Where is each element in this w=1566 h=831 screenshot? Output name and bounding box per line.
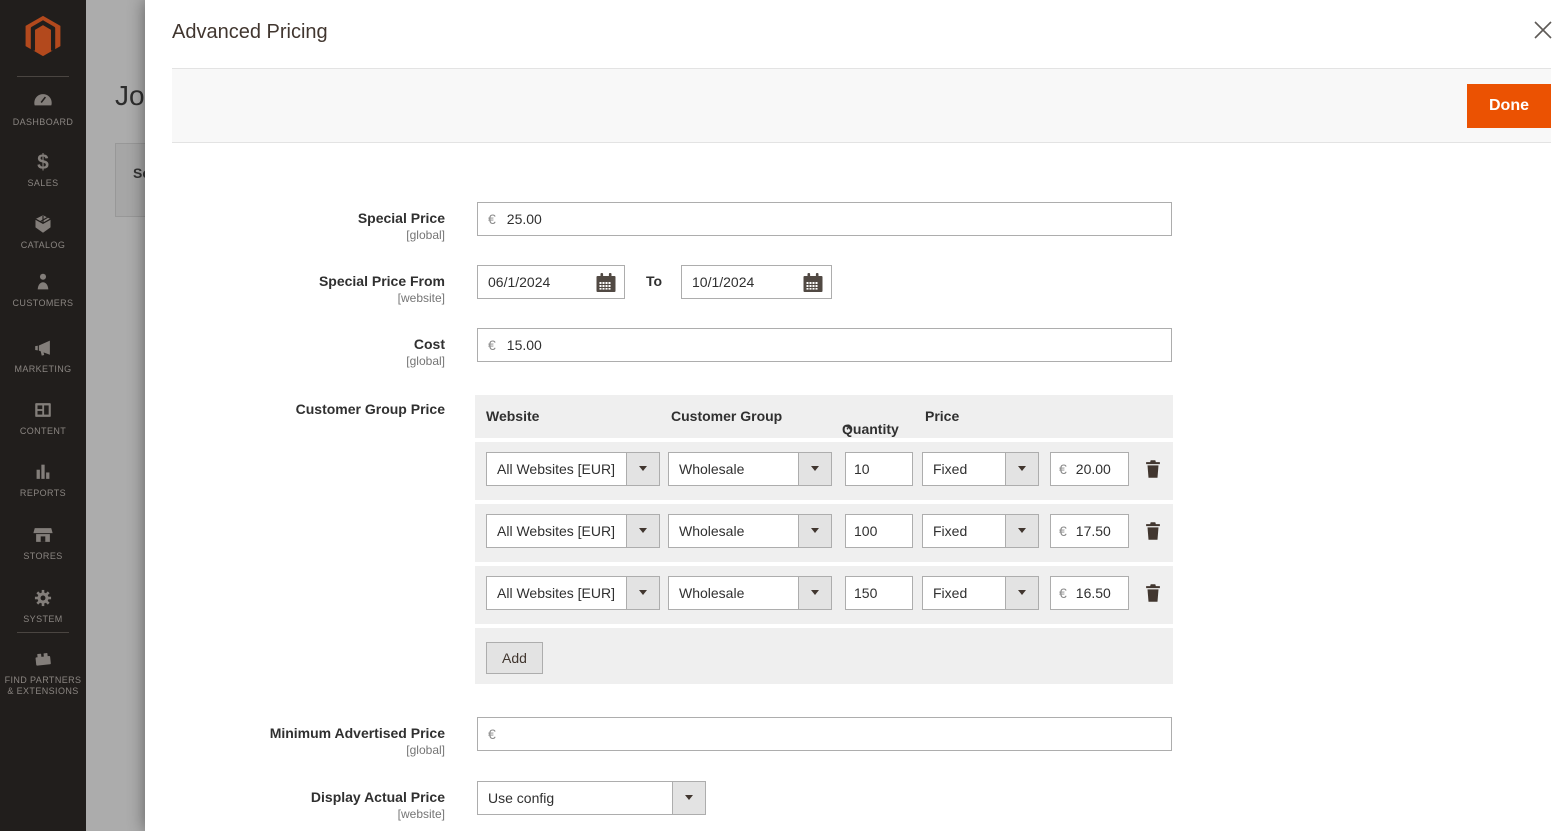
- table-header: Website Customer Group Quantity* Price: [475, 395, 1173, 438]
- display-actual-price-label: Display Actual Price [website]: [145, 789, 445, 822]
- website-select[interactable]: All Websites [EUR]: [486, 576, 660, 610]
- group-price-input[interactable]: €17.50: [1050, 514, 1129, 548]
- sidebar-item-content[interactable]: CONTENT: [0, 399, 86, 437]
- sidebar-item-marketing[interactable]: MARKETING: [0, 337, 86, 375]
- quantity-input[interactable]: 10: [845, 452, 913, 486]
- magento-logo-icon[interactable]: [21, 12, 65, 60]
- delete-row-icon[interactable]: [1141, 457, 1165, 483]
- customer-group-price-table: Website Customer Group Quantity* Price A…: [475, 395, 1173, 684]
- system-gear-icon: [0, 587, 86, 611]
- customers-icon: [0, 271, 86, 295]
- special-price-label: Special Price [global]: [145, 210, 445, 243]
- scope-note: [global]: [145, 743, 445, 758]
- chevron-down-icon: [1005, 453, 1038, 485]
- special-price-from-label: Special Price From [website]: [145, 273, 445, 306]
- content-icon: [0, 399, 86, 423]
- delete-row-icon[interactable]: [1141, 519, 1165, 545]
- sidebar-divider: [17, 632, 69, 633]
- calendar-icon[interactable]: [594, 271, 618, 295]
- add-group-price-button[interactable]: Add: [486, 642, 543, 674]
- to-label: To: [646, 273, 662, 289]
- background-scope-box: Sc: [115, 143, 145, 217]
- cost-label: Cost [global]: [145, 336, 445, 369]
- scope-note: [global]: [145, 354, 445, 369]
- price-type-select[interactable]: Fixed: [922, 576, 1039, 610]
- cost-input[interactable]: €15.00: [477, 328, 1172, 362]
- group-price-input[interactable]: €20.00: [1050, 452, 1129, 486]
- chevron-down-icon: [626, 453, 659, 485]
- minimum-advertised-price-label: Minimum Advertised Price [global]: [145, 725, 445, 758]
- calendar-icon[interactable]: [801, 271, 825, 295]
- modal-toolbar: Done: [172, 68, 1551, 143]
- customer-group-select[interactable]: Wholesale: [668, 452, 832, 486]
- scope-note: [website]: [145, 807, 445, 822]
- chevron-down-icon: [1005, 515, 1038, 547]
- sidebar-item-stores[interactable]: STORES: [0, 524, 86, 562]
- chevron-down-icon: [626, 515, 659, 547]
- background-page-title: Jou: [115, 80, 145, 112]
- website-select[interactable]: All Websites [EUR]: [486, 514, 660, 548]
- sidebar-item-customers[interactable]: CUSTOMERS: [0, 271, 86, 309]
- modal-title: Advanced Pricing: [172, 21, 328, 44]
- display-actual-price-select[interactable]: Use config: [477, 781, 706, 815]
- stores-icon: [0, 524, 86, 548]
- done-button[interactable]: Done: [1467, 84, 1551, 128]
- website-select[interactable]: All Websites [EUR]: [486, 452, 660, 486]
- currency-symbol: €: [488, 337, 496, 353]
- reports-icon: [0, 461, 86, 485]
- chevron-down-icon: [626, 577, 659, 609]
- special-price-input[interactable]: €25.00: [477, 202, 1172, 236]
- sidebar-item-dashboard[interactable]: DASHBOARD: [0, 90, 86, 128]
- sidebar-item-find-partners[interactable]: FIND PARTNERS & EXTENSIONS: [0, 648, 86, 697]
- currency-symbol: €: [488, 211, 496, 227]
- customer-group-select[interactable]: Wholesale: [668, 576, 832, 610]
- chevron-down-icon: [798, 577, 831, 609]
- quantity-input[interactable]: 150: [845, 576, 913, 610]
- col-header-website: Website: [486, 408, 539, 424]
- required-asterisk: *: [846, 421, 851, 437]
- special-price-to-input[interactable]: 10/1/2024: [681, 265, 832, 299]
- extensions-brick-icon: [0, 648, 86, 672]
- add-row-area: Add: [475, 624, 1173, 684]
- customer-group-select[interactable]: Wholesale: [668, 514, 832, 548]
- marketing-icon: [0, 337, 86, 361]
- col-header-customer-group: Customer Group: [671, 408, 782, 424]
- chevron-down-icon: [798, 453, 831, 485]
- chevron-down-icon: [1005, 577, 1038, 609]
- background-scope-label: Sc: [133, 165, 145, 181]
- sidebar-item-catalog[interactable]: CATALOG: [0, 213, 86, 251]
- chevron-down-icon: [672, 782, 705, 814]
- group-price-row: All Websites [EUR] Wholesale 150 Fixed €…: [475, 562, 1173, 624]
- chevron-down-icon: [798, 515, 831, 547]
- sidebar-item-reports[interactable]: REPORTS: [0, 461, 86, 499]
- quantity-input[interactable]: 100: [845, 514, 913, 548]
- sidebar-divider: [17, 76, 69, 77]
- scope-note: [global]: [145, 228, 445, 243]
- minimum-advertised-price-input[interactable]: €: [477, 717, 1172, 751]
- sidebar-item-system[interactable]: SYSTEM: [0, 587, 86, 625]
- price-type-select[interactable]: Fixed: [922, 514, 1039, 548]
- special-price-from-input[interactable]: 06/1/2024: [477, 265, 625, 299]
- currency-symbol: €: [488, 726, 496, 742]
- customer-group-price-label: Customer Group Price: [145, 401, 445, 419]
- dashboard-icon: [0, 90, 86, 114]
- scope-note: [website]: [145, 291, 445, 306]
- currency-symbol: €: [1059, 461, 1067, 477]
- advanced-pricing-modal: Advanced Pricing Done Special Price [glo…: [145, 0, 1566, 831]
- close-icon[interactable]: [1530, 18, 1556, 44]
- admin-sidebar: DASHBOARD $ SALES CATALOG CUSTOMERS MARK…: [0, 0, 86, 831]
- sales-icon: $: [0, 151, 86, 175]
- sidebar-item-sales[interactable]: $ SALES: [0, 151, 86, 189]
- currency-symbol: €: [1059, 523, 1067, 539]
- col-header-price: Price: [925, 408, 959, 424]
- price-type-select[interactable]: Fixed: [922, 452, 1039, 486]
- catalog-icon: [0, 213, 86, 237]
- group-price-row: All Websites [EUR] Wholesale 100 Fixed €…: [475, 500, 1173, 562]
- delete-row-icon[interactable]: [1141, 581, 1165, 607]
- group-price-row: All Websites [EUR] Wholesale 10 Fixed €2…: [475, 438, 1173, 500]
- currency-symbol: €: [1059, 585, 1067, 601]
- group-price-input[interactable]: €16.50: [1050, 576, 1129, 610]
- dimmed-background-page: Jou Sc: [86, 0, 145, 831]
